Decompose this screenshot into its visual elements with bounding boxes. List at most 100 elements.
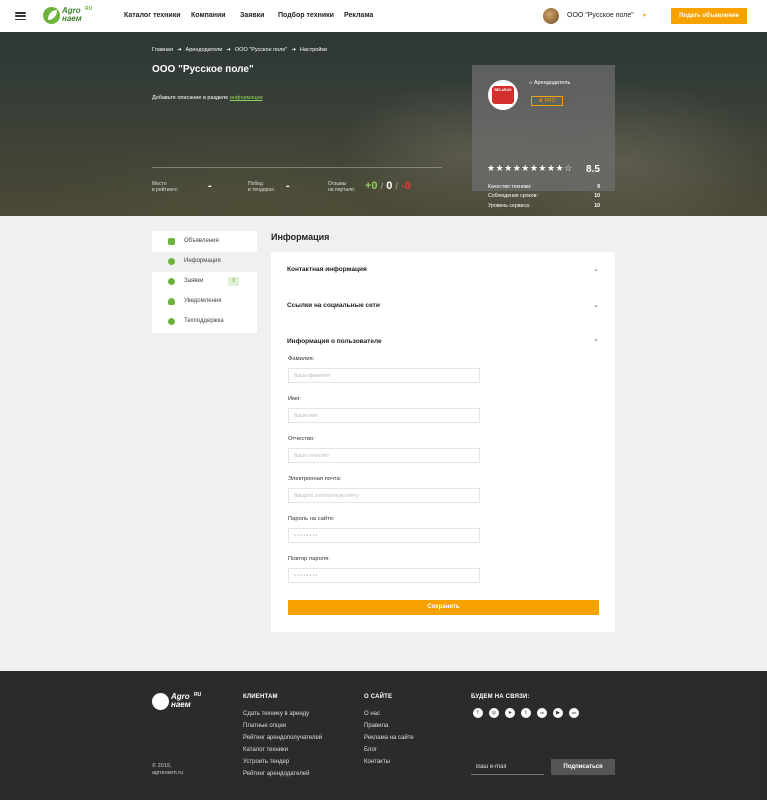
clients-heading: КЛИЕНТАМ	[243, 694, 278, 700]
about-heading: О САЙТЕ	[364, 694, 393, 700]
sidebar-item-info[interactable]: Информация	[152, 252, 257, 272]
instagram-icon[interactable]: ◎	[489, 708, 499, 718]
chevron-down-icon[interactable]: ⌄	[593, 301, 599, 309]
info-panel: Контактная информация ⌄ Ссылки на социал…	[271, 252, 615, 632]
nav-catalog[interactable]: Каталог техники	[124, 12, 181, 19]
wins-value: -	[286, 180, 290, 192]
section-social-links[interactable]: Ссылки на социальные сети	[287, 302, 380, 309]
reviews-separator: /	[395, 181, 398, 191]
footer-link[interactable]: Реклама на сайте	[364, 735, 414, 741]
youtube-icon[interactable]: ▶	[553, 708, 563, 718]
house-icon: ⌂	[529, 80, 533, 86]
desc-prefix: Добавьте описание в разделе	[152, 95, 229, 101]
menu-icon[interactable]	[15, 12, 26, 21]
footer-logo[interactable]: Agro наем RU	[152, 692, 202, 711]
reviews-neutral: 0	[386, 180, 393, 192]
footer-link[interactable]: Рейтинг арендополучателей	[243, 735, 322, 741]
logo-ru: RU	[194, 692, 202, 698]
email-field[interactable]	[288, 488, 480, 503]
reviews-positive: +0	[365, 180, 378, 192]
nav-companies[interactable]: Компании	[191, 12, 226, 19]
page-title: ООО "Русское поле"	[152, 64, 254, 75]
chevron-down-icon[interactable]: ⌄	[593, 265, 599, 273]
patronymic-input[interactable]	[288, 448, 480, 463]
avatar[interactable]	[543, 8, 559, 24]
odnoklassniki-icon[interactable]: ok	[569, 708, 579, 718]
chevron-up-icon[interactable]: ⌃	[593, 338, 599, 346]
breadcrumb-company[interactable]: ООО "Русское поле"	[235, 47, 287, 53]
nav-requests[interactable]: Заявки	[240, 12, 264, 19]
criteria-service: Уровень сервиса: 10	[488, 203, 600, 209]
footer-link[interactable]: Каталог техники	[243, 747, 288, 753]
reviews-values: +0 / 0 / -0	[365, 180, 411, 192]
breadcrumb: Главная ➜ Арендодатели ➜ ООО "Русское поле" ➜…	[152, 47, 327, 53]
list-icon	[168, 238, 175, 245]
footer-link[interactable]: Правила	[364, 723, 388, 729]
breadcrumb-home[interactable]: Главная	[152, 47, 173, 53]
rating-score: 8.5	[586, 164, 600, 175]
footer-link[interactable]: Блог	[364, 747, 377, 753]
subscribe-button[interactable]: Подписаться	[551, 759, 615, 775]
reviews-label: Отзывы на портале:	[328, 181, 356, 193]
desc-info-link[interactable]: информация	[230, 95, 263, 101]
site-logo[interactable]: Agro наем RU	[43, 6, 93, 25]
pro-badge: ♛ PRO	[531, 96, 563, 106]
role-label: ⌂ Арендодатель	[529, 80, 571, 86]
nav-selection[interactable]: Подбор техники	[278, 12, 334, 19]
email-label: Электронная почта:	[288, 476, 342, 482]
footer-link[interactable]: Рейтинг арендодателей	[243, 771, 309, 777]
post-ad-button[interactable]: Подать объявление	[671, 8, 747, 24]
password-input[interactable]	[288, 528, 480, 543]
firstname-label: Имя:	[288, 396, 301, 402]
nav-advertising[interactable]: Реклама	[344, 12, 373, 19]
firstname-input[interactable]	[288, 408, 480, 423]
chat-icon	[168, 318, 175, 325]
section-contacts[interactable]: Контактная информация	[287, 266, 367, 273]
lastname-input[interactable]	[288, 368, 480, 383]
logo-text-naem: наем	[62, 13, 82, 23]
subscribe-email-input[interactable]	[471, 760, 544, 775]
telegram-icon[interactable]: ➤	[505, 708, 515, 718]
bell-icon	[168, 298, 175, 305]
chevron-down-icon[interactable]: ▾	[643, 12, 646, 19]
sidebar-item-ads[interactable]: Объявления	[152, 232, 257, 252]
twitter-icon[interactable]: t	[521, 708, 531, 718]
reviews-negative: -0	[400, 180, 411, 192]
logo-text-naem: наем	[171, 699, 191, 709]
pie-icon	[168, 278, 175, 285]
info-icon	[168, 258, 175, 265]
company-logo: BELARUS	[488, 80, 518, 110]
save-button[interactable]: Сохранить	[288, 600, 599, 615]
facebook-icon[interactable]: f	[473, 708, 483, 718]
account-sidebar: Объявления Информация Заявки 3 Уведомлени…	[152, 231, 257, 333]
reviews-separator: /	[380, 181, 384, 191]
requests-count-badge: 3	[228, 277, 239, 286]
top-header: Agro наем RU Каталог техники Компании За…	[0, 0, 767, 32]
footer-link[interactable]: Контакты	[364, 759, 390, 765]
sidebar-item-requests[interactable]: Заявки 3	[152, 272, 257, 292]
leaf-icon	[43, 7, 60, 24]
section-user-info[interactable]: Информация о пользователе	[287, 338, 382, 345]
password-label: Пароль на сайте:	[288, 516, 335, 522]
footer-link[interactable]: Устроить тендер	[243, 759, 289, 765]
sidebar-item-support[interactable]: Техподдержка	[152, 312, 257, 332]
rating-card: BELARUS ⌂ Арендодатель ♛ PRO ★★★★★★★★★☆ …	[472, 65, 615, 209]
user-name[interactable]: ООО "Русское поле"	[567, 12, 634, 19]
hero-description: Добавьте описание в разделе информация	[152, 95, 263, 101]
footer-link[interactable]: О нас	[364, 711, 380, 717]
footer-link[interactable]: Сдать технику в аренду	[243, 711, 309, 717]
arrow-right-icon: ➜	[176, 47, 182, 53]
arrow-right-icon: ➜	[291, 47, 296, 53]
place-value: -	[208, 180, 212, 192]
leaf-icon	[152, 693, 169, 710]
patronymic-label: Отчество:	[288, 436, 315, 442]
rating-stars: ★★★★★★★★★☆	[487, 163, 573, 173]
vk-icon[interactable]: vk	[537, 708, 547, 718]
site-footer: Agro наем RU КЛИЕНТАМ Сдать технику в ар…	[0, 671, 767, 800]
footer-link[interactable]: Платные опции	[243, 723, 286, 729]
breadcrumb-landlords[interactable]: Арендодатели	[186, 47, 223, 53]
logo-ru: RU	[85, 6, 93, 12]
crown-icon: ♛	[538, 98, 544, 104]
sidebar-item-notifications[interactable]: Уведомления	[152, 292, 257, 312]
password-repeat-input[interactable]	[288, 568, 480, 583]
